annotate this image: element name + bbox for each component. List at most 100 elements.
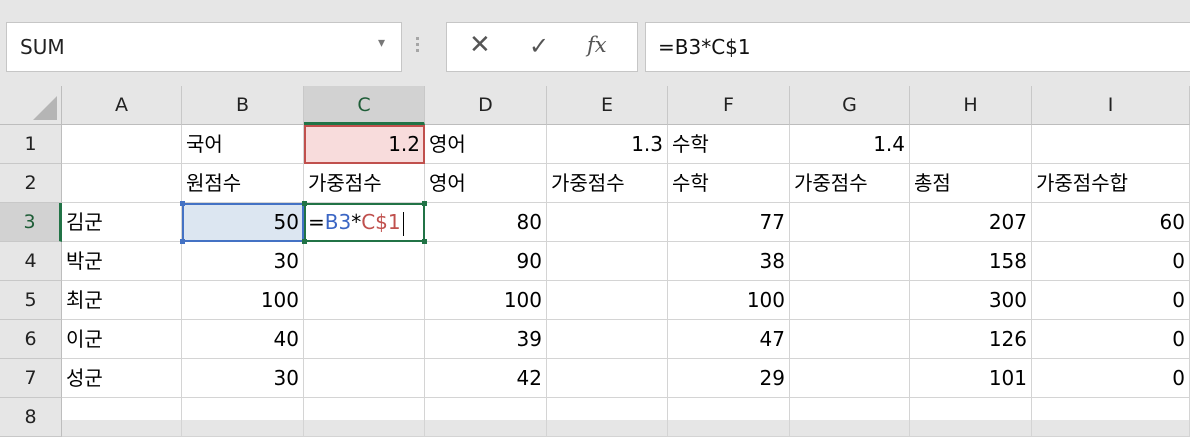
cell-g3[interactable] [790, 203, 910, 242]
column-header-c[interactable]: C [304, 86, 425, 125]
cell-i4[interactable]: 0 [1032, 242, 1190, 281]
cell-d1[interactable]: 영어 [425, 125, 547, 164]
cell-f8[interactable] [668, 398, 790, 437]
row-header-7[interactable]: 7 [0, 359, 62, 398]
row-header-2[interactable]: 2 [0, 164, 62, 203]
cell-d5[interactable]: 100 [425, 281, 547, 320]
cell-b8[interactable] [182, 398, 304, 437]
cell-c3[interactable]: =B3*C$1 [304, 203, 425, 242]
cell-h1[interactable] [910, 125, 1032, 164]
column-header-i[interactable]: I [1032, 86, 1190, 125]
cell-b3[interactable]: 50 [182, 203, 304, 242]
cell-h3[interactable]: 207 [910, 203, 1032, 242]
cell-c8[interactable] [304, 398, 425, 437]
cell-c4[interactable] [304, 242, 425, 281]
column-header-f[interactable]: F [668, 86, 790, 125]
cell-i8[interactable] [1032, 398, 1190, 437]
cell-b4[interactable]: 30 [182, 242, 304, 281]
column-header-d[interactable]: D [425, 86, 547, 125]
column-header-g[interactable]: G [790, 86, 910, 125]
cell-h8[interactable] [910, 398, 1032, 437]
cell-a2[interactable] [62, 164, 182, 203]
cell-h6[interactable]: 126 [910, 320, 1032, 359]
row-header-1[interactable]: 1 [0, 125, 62, 164]
cell-e7[interactable] [547, 359, 668, 398]
range-handle-b3-tl[interactable] [180, 201, 185, 206]
chevron-down-icon[interactable]: ▾ [378, 35, 385, 51]
row-header-6[interactable]: 6 [0, 320, 62, 359]
cell-b1[interactable]: 국어 [182, 125, 304, 164]
cell-a6[interactable]: 이군 [62, 320, 182, 359]
fill-handle-c3-tr[interactable] [422, 201, 427, 206]
cell-c5[interactable] [304, 281, 425, 320]
select-all-button[interactable] [0, 86, 62, 125]
fill-handle-c3-br[interactable] [422, 239, 427, 244]
cell-i7[interactable]: 0 [1032, 359, 1190, 398]
cell-h7[interactable]: 101 [910, 359, 1032, 398]
worksheet-grid[interactable]: A B C D E F G H I 1 2 3 4 5 6 7 8 국어 1.2 영어 1.3 수학 1.4 원점수 가중점수 영… [0, 86, 1190, 437]
cell-b7[interactable]: 30 [182, 359, 304, 398]
cell-a1[interactable] [62, 125, 182, 164]
fill-handle-c3-tl[interactable] [302, 201, 307, 206]
cell-h4[interactable]: 158 [910, 242, 1032, 281]
cell-e2[interactable]: 가중점수 [547, 164, 668, 203]
cell-f2[interactable]: 수학 [668, 164, 790, 203]
cell-c1[interactable]: 1.2 [304, 125, 425, 164]
cell-b2[interactable]: 원점수 [182, 164, 304, 203]
row-header-8[interactable]: 8 [0, 398, 62, 437]
cell-a8[interactable] [62, 398, 182, 437]
cell-i5[interactable]: 0 [1032, 281, 1190, 320]
cell-f3[interactable]: 77 [668, 203, 790, 242]
column-header-b[interactable]: B [182, 86, 304, 125]
cell-f5[interactable]: 100 [668, 281, 790, 320]
cell-f7[interactable]: 29 [668, 359, 790, 398]
cell-a4[interactable]: 박군 [62, 242, 182, 281]
cell-b5[interactable]: 100 [182, 281, 304, 320]
row-header-4[interactable]: 4 [0, 242, 62, 281]
cell-i1[interactable] [1032, 125, 1190, 164]
cell-c7[interactable] [304, 359, 425, 398]
cell-d3[interactable]: 80 [425, 203, 547, 242]
cell-g7[interactable] [790, 359, 910, 398]
cell-i3[interactable]: 60 [1032, 203, 1190, 242]
fill-handle-c3-bl[interactable] [302, 239, 307, 244]
cell-e4[interactable] [547, 242, 668, 281]
cell-g2[interactable]: 가중점수 [790, 164, 910, 203]
cell-i6[interactable]: 0 [1032, 320, 1190, 359]
cell-d6[interactable]: 39 [425, 320, 547, 359]
row-header-3[interactable]: 3 [0, 203, 62, 242]
cell-c2[interactable]: 가중점수 [304, 164, 425, 203]
cell-a5[interactable]: 최군 [62, 281, 182, 320]
cell-e5[interactable] [547, 281, 668, 320]
cell-f1[interactable]: 수학 [668, 125, 790, 164]
cell-g4[interactable] [790, 242, 910, 281]
cell-e8[interactable] [547, 398, 668, 437]
cell-e6[interactable] [547, 320, 668, 359]
cell-d8[interactable] [425, 398, 547, 437]
resize-grip-icon[interactable] [414, 34, 420, 58]
column-header-a[interactable]: A [62, 86, 182, 125]
cell-i2[interactable]: 가중점수합 [1032, 164, 1190, 203]
cell-g8[interactable] [790, 398, 910, 437]
column-header-h[interactable]: H [910, 86, 1032, 125]
row-header-5[interactable]: 5 [0, 281, 62, 320]
cell-e1[interactable]: 1.3 [547, 125, 668, 164]
cell-g1[interactable]: 1.4 [790, 125, 910, 164]
cell-h2[interactable]: 총점 [910, 164, 1032, 203]
cell-f6[interactable]: 47 [668, 320, 790, 359]
cell-h5[interactable]: 300 [910, 281, 1032, 320]
name-box[interactable]: SUM ▾ [6, 22, 402, 72]
cell-a7[interactable]: 성군 [62, 359, 182, 398]
cell-a3[interactable]: 김군 [62, 203, 182, 242]
cell-c6[interactable] [304, 320, 425, 359]
cell-f4[interactable]: 38 [668, 242, 790, 281]
insert-function-icon[interactable]: fx [587, 33, 607, 57]
column-header-e[interactable]: E [547, 86, 668, 125]
cell-e3[interactable] [547, 203, 668, 242]
cell-d2[interactable]: 영어 [425, 164, 547, 203]
close-icon[interactable]: ✕ [469, 30, 491, 60]
cell-b6[interactable]: 40 [182, 320, 304, 359]
formula-input[interactable]: =B3*C$1 [645, 22, 1190, 72]
check-icon[interactable]: ✓ [529, 32, 549, 60]
cell-g5[interactable] [790, 281, 910, 320]
